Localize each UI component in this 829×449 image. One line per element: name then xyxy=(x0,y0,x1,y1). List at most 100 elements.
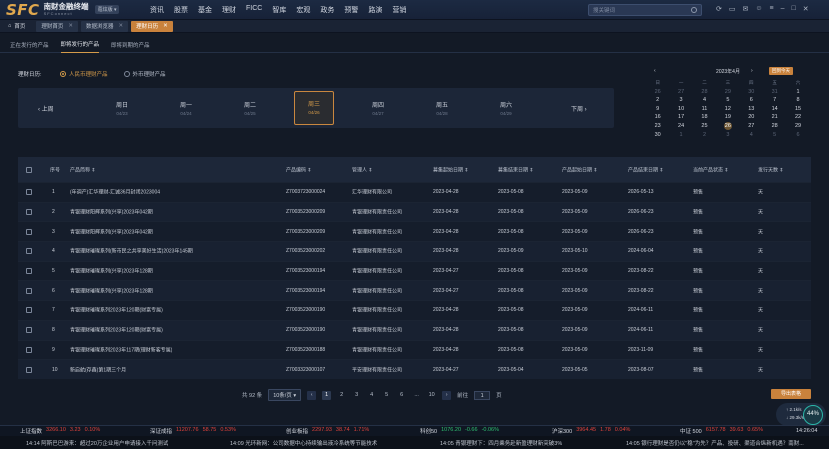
nav-item-0[interactable]: 资讯 xyxy=(150,5,164,15)
table-row[interactable]: 6 青银理财璀璨系列(兴享)2023年128期 Z7003523000194 青银理财… xyxy=(18,280,811,301)
calendar-day[interactable]: 27 xyxy=(669,88,692,97)
calendar-day[interactable]: 31 xyxy=(763,88,786,97)
row-checkbox[interactable] xyxy=(26,189,32,196)
select-all-checkbox[interactable] xyxy=(26,166,32,173)
calendar-day[interactable]: 7 xyxy=(763,96,786,105)
week-day-4[interactable]: 周四 04/27 xyxy=(358,93,398,124)
news-item[interactable]: 14:05 银行理财是否仍以"稳"为先？产品、投研、渠道合纵新机遇？南财... xyxy=(626,439,804,447)
maximize-icon[interactable]: □ xyxy=(792,5,796,13)
search-icon[interactable] xyxy=(691,7,697,13)
calendar-day[interactable]: 28 xyxy=(693,88,716,97)
goto-page-input[interactable]: 1 xyxy=(474,390,491,400)
table-row[interactable]: 8 青银理财璀璨系列2023年120期(财富专属) Z7003523000190 青银… xyxy=(18,319,811,340)
layout-icon[interactable]: ▭ xyxy=(729,5,736,13)
row-checkbox[interactable] xyxy=(26,287,32,294)
column-header-7[interactable]: 产品结束日期 ⇕ xyxy=(628,166,664,173)
week-day-3[interactable]: 周三 04/26 xyxy=(294,91,334,125)
nav-item-6[interactable]: 宏观 xyxy=(296,5,310,15)
sub-tab-0[interactable]: 正在发行的产品 xyxy=(10,37,49,53)
currency-radio-1[interactable]: 外币理财产品 xyxy=(123,70,166,78)
week-day-5[interactable]: 周五 04/28 xyxy=(422,93,462,124)
nav-item-10[interactable]: 营销 xyxy=(392,5,406,15)
nav-item-9[interactable]: 路演 xyxy=(368,5,382,15)
calendar-day[interactable]: 25 xyxy=(693,122,716,131)
ticker-item[interactable]: 深证成指 11207.76 58.75 0.53% xyxy=(150,427,236,435)
close-icon[interactable]: ✕ xyxy=(803,5,809,13)
page-5[interactable]: 6 xyxy=(397,391,406,400)
calendar-day[interactable]: 6 xyxy=(740,96,763,105)
refresh-icon[interactable]: ⟳ xyxy=(716,5,722,13)
column-header-0[interactable]: 序号 xyxy=(50,166,60,173)
calendar-day[interactable]: 6 xyxy=(786,131,809,140)
ticker-item[interactable]: 上证指数 3266.10 3.23 0.10% xyxy=(20,427,100,435)
next-month-icon[interactable]: › xyxy=(751,68,753,74)
next-page-button[interactable]: › xyxy=(442,390,452,400)
window-tab-2[interactable]: 理财日历 ✕ xyxy=(131,20,173,32)
calendar-day[interactable]: 3 xyxy=(669,96,692,105)
calendar-day[interactable]: 2 xyxy=(693,131,716,140)
calendar-day[interactable]: 29 xyxy=(716,88,739,97)
minimize-icon[interactable]: – xyxy=(781,5,785,13)
news-item[interactable]: 14:09 光环新网：公司数据中心持续输出液冷系统等节能技术 xyxy=(230,439,377,447)
nav-item-7[interactable]: 政务 xyxy=(320,5,334,15)
column-header-4[interactable]: 募集起始日期 ⇕ xyxy=(433,166,469,173)
calendar-day[interactable]: 11 xyxy=(693,105,716,114)
calendar-day[interactable]: 8 xyxy=(786,96,809,105)
calendar-day[interactable]: 19 xyxy=(716,113,739,122)
row-checkbox[interactable] xyxy=(26,346,32,353)
calendar-day[interactable]: 24 xyxy=(669,122,692,131)
calendar-day[interactable]: 21 xyxy=(763,113,786,122)
calendar-day[interactable]: 20 xyxy=(740,113,763,122)
table-row[interactable]: 1 (年调产)汇华理财-汇诚36月封闭2023004 Z7003723000024 汇… xyxy=(18,182,811,202)
calendar-day[interactable]: 3 xyxy=(716,131,739,140)
close-tab-icon[interactable]: ✕ xyxy=(118,23,123,29)
message-icon[interactable]: ✉ xyxy=(743,5,749,13)
column-header-8[interactable]: 当前产品状态 ⇕ xyxy=(693,166,729,173)
nav-item-4[interactable]: FICC xyxy=(246,5,262,15)
table-row[interactable]: 3 青银理财阳辉系列(兴享)2023年042期 Z7003523000209 青银理财… xyxy=(18,221,811,241)
table-row[interactable]: 10 新启航(存鑫)第1期三个月 Z7003323000107 平安理财有限责任公司 2… xyxy=(18,359,811,379)
ticker-item[interactable]: 沪深300 3964.45 1.78 0.04% xyxy=(552,427,630,435)
version-dropdown[interactable]: 蔻炫版 ▾ xyxy=(94,5,120,14)
table-row[interactable]: 4 青银理财璀璨系列(新市民之共享美好生活)2023年145期 Z700352300… xyxy=(18,241,811,261)
column-header-1[interactable]: 产品简称 ⇕ xyxy=(70,166,96,173)
nav-item-5[interactable]: 智库 xyxy=(272,5,286,15)
prev-page-button[interactable]: ‹ xyxy=(307,390,317,400)
calendar-day[interactable]: 5 xyxy=(763,131,786,140)
page-4[interactable]: 5 xyxy=(382,391,391,400)
calendar-day[interactable]: 26 xyxy=(716,121,739,131)
row-checkbox[interactable] xyxy=(26,228,32,235)
column-header-5[interactable]: 募集结束日期 ⇕ xyxy=(498,166,534,173)
week-day-2[interactable]: 周二 04/25 xyxy=(230,93,270,124)
week-day-0[interactable]: 周日 04/23 xyxy=(102,93,142,124)
calendar-day[interactable]: 26 xyxy=(646,88,669,97)
sub-tab-1[interactable]: 即将发行的产品 xyxy=(60,37,100,53)
week-day-6[interactable]: 周六 04/29 xyxy=(486,93,526,124)
ticker-item[interactable]: 中证 500 6157.78 39.63 0.65% xyxy=(680,427,763,435)
calendar-day[interactable]: 9 xyxy=(646,105,669,114)
table-row[interactable]: 9 青银理财璀璨系列2023年117期(理财新客专属) Z7003523000188… xyxy=(18,339,811,360)
calendar-day[interactable]: 12 xyxy=(716,105,739,114)
nav-item-1[interactable]: 股票 xyxy=(174,5,188,15)
page-7[interactable]: 10 xyxy=(427,391,436,400)
calendar-day[interactable]: 22 xyxy=(786,113,809,122)
network-speed-widget[interactable]: ↑ 2.1k/s ↓ 29.3k/s 44% xyxy=(776,403,826,426)
row-checkbox[interactable] xyxy=(26,248,32,255)
ticker-item[interactable]: 科创50 1076.20 -0.66 -0.06% xyxy=(420,427,499,435)
week-day-1[interactable]: 周一 04/24 xyxy=(166,93,206,124)
close-tab-icon[interactable]: ✕ xyxy=(68,23,73,29)
column-header-3[interactable]: 管理人 ⇕ xyxy=(352,166,373,173)
prev-week-button[interactable]: ‹ 上周 xyxy=(38,104,54,113)
back-to-today-button[interactable]: 回到今天 xyxy=(769,67,793,75)
calendar-day[interactable]: 17 xyxy=(669,113,692,122)
next-week-button[interactable]: 下周 › xyxy=(571,104,587,113)
calendar-day[interactable]: 14 xyxy=(763,105,786,114)
close-tab-icon[interactable]: ✕ xyxy=(163,23,168,29)
nav-item-2[interactable]: 基金 xyxy=(198,5,212,15)
search-input[interactable]: 搜关键词 xyxy=(588,4,702,16)
news-item[interactable]: 14:05 青银理财下：四月乘务赴新盈理财新突破3% xyxy=(440,439,562,447)
page-1[interactable]: 2 xyxy=(337,391,346,400)
sub-tab-2[interactable]: 即将到期的产品 xyxy=(111,37,150,53)
calendar-day[interactable]: 2 xyxy=(646,96,669,105)
table-row[interactable]: 2 青银理财阳辉系列(兴享)2023年042期 Z7003523000209 青银理财… xyxy=(18,201,811,222)
